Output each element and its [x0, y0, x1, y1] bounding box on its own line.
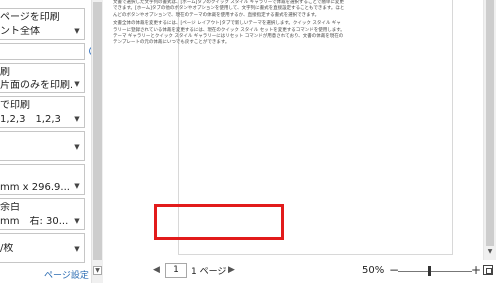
chevron-down-icon: ▼ — [74, 182, 80, 190]
collate-dropdown[interactable]: で印刷 1,2,3 1,2,3 ▼ — [0, 96, 85, 128]
paper-size-value: mm x 296.9... — [0, 182, 70, 193]
zoom-in-button[interactable]: + — [471, 263, 481, 277]
zoom-out-button[interactable]: − — [389, 263, 399, 277]
print-what-dropdown[interactable]: ページを印刷 ント全体 ▼ — [0, 8, 85, 40]
collate-label: で印刷 — [0, 100, 30, 111]
current-page-input[interactable]: 1 — [165, 263, 187, 278]
sides-dropdown[interactable]: 刷 片面のみを印刷... ▼ — [0, 63, 85, 93]
doc-paragraph: 文書で選択した文字列の書式は、[ホーム]タブのクイック スタイル ギャラリーで体… — [113, 0, 345, 18]
print-what-label: ページを印刷 — [0, 12, 60, 23]
settings-scrollbar[interactable]: ▼ — [91, 0, 103, 283]
margins-value: mm 右: 30... — [0, 216, 69, 227]
sides-label: 刷 — [0, 67, 10, 78]
preview-status-bar: ◀ 1 1 ページ ▶ 50% − + — [105, 260, 500, 283]
paper-size-dropdown[interactable]: mm x 296.9... ▼ — [0, 164, 85, 195]
page-setup-link[interactable]: ページ設定 — [44, 268, 89, 281]
print-settings-pane: ページを印刷 ント全体 ▼ i 刷 片面のみを印刷... ▼ で印刷 1,2,3… — [0, 0, 105, 283]
page-total-label: 1 ページ — [191, 267, 227, 277]
pages-input[interactable] — [0, 43, 85, 60]
next-page-icon[interactable]: ▶ — [228, 265, 235, 275]
margins-dropdown[interactable]: 余白 mm 右: 30... ▼ — [0, 198, 85, 230]
preview-scroll-thumb[interactable] — [486, 0, 494, 246]
chevron-down-icon: ▼ — [74, 143, 80, 151]
zoom-slider-thumb[interactable] — [428, 266, 431, 276]
chevron-down-icon: ▼ — [74, 27, 80, 35]
previous-page-icon[interactable]: ◀ — [153, 265, 160, 275]
page-bottom-edge — [178, 254, 453, 255]
zoom-level-label[interactable]: 50% — [362, 265, 384, 276]
collate-value: 1,2,3 1,2,3 — [0, 114, 61, 125]
chevron-down-icon: ▼ — [74, 115, 80, 123]
orientation-dropdown[interactable]: ▼ — [0, 131, 85, 161]
settings-scroll-thumb[interactable] — [93, 2, 102, 260]
margins-label: 余白 — [0, 202, 20, 213]
scroll-down-icon[interactable]: ▼ — [93, 266, 102, 275]
chevron-down-icon: ▼ — [74, 80, 80, 88]
page-right-edge — [452, 0, 453, 254]
chevron-down-icon: ▼ — [74, 245, 80, 253]
pages-per-sheet-dropdown[interactable]: /枚 ▼ — [0, 233, 85, 263]
sides-value: 片面のみを印刷... — [0, 80, 72, 91]
pages-per-sheet-value: /枚 — [0, 243, 14, 254]
zoom-slider-track[interactable] — [398, 271, 472, 272]
preview-scrollbar[interactable]: ▼ — [483, 0, 496, 260]
print-what-value: ント全体 — [0, 26, 40, 37]
scroll-down-icon[interactable]: ▼ — [486, 248, 494, 256]
highlight-box — [154, 204, 284, 240]
document-preview-text: 文書で選択した文字列の書式は、[ホーム]タブのクイック スタイル ギャラリーで体… — [113, 0, 345, 49]
fit-page-icon[interactable] — [483, 265, 493, 275]
doc-paragraph: 文書全体の体裁を変更するには、[ページ レイアウト]タブで新しいテーマを選択しま… — [113, 21, 345, 46]
chevron-down-icon: ▼ — [74, 217, 80, 225]
